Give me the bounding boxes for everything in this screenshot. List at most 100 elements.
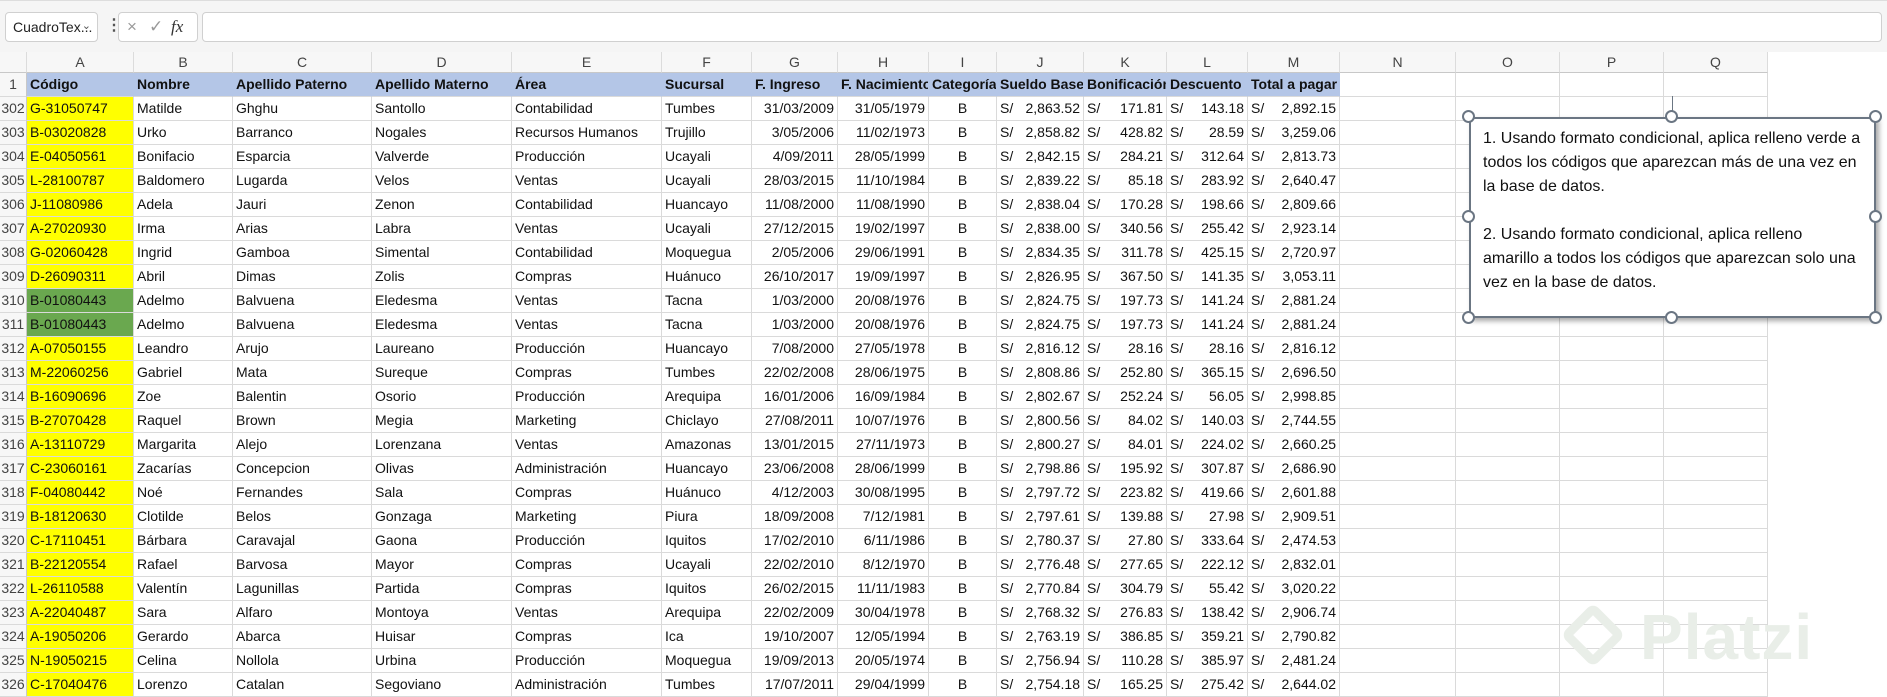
cell-c[interactable]: Lugarda [233, 169, 372, 193]
cell-e[interactable]: Contabilidad [512, 241, 662, 265]
cell-d[interactable]: Montoya [372, 601, 512, 625]
cell-c[interactable]: Catalan [233, 673, 372, 697]
cell-c[interactable]: Fernandes [233, 481, 372, 505]
cell-j[interactable]: S/2,770.84 [997, 577, 1084, 601]
cell-l[interactable]: S/224.02 [1167, 433, 1248, 457]
cell-g[interactable]: 27/08/2011 [752, 409, 838, 433]
cell-h[interactable]: 30/04/1978 [838, 601, 929, 625]
cell-g[interactable]: 7/08/2000 [752, 337, 838, 361]
cell-h[interactable]: 27/05/1978 [838, 337, 929, 361]
cell-g[interactable]: 19/09/2013 [752, 649, 838, 673]
cell-j[interactable]: S/2,756.94 [997, 649, 1084, 673]
cell-q[interactable] [1664, 433, 1768, 457]
cell-h[interactable]: 12/05/1994 [838, 625, 929, 649]
cell-e[interactable]: Ventas [512, 313, 662, 337]
cell-c[interactable]: Jauri [233, 193, 372, 217]
cell-a[interactable]: B-01080443 [27, 313, 134, 337]
cell-n[interactable] [1340, 385, 1456, 409]
cell-d[interactable]: Sureque [372, 361, 512, 385]
row-number[interactable]: 308 [0, 241, 27, 265]
header-sucursal[interactable]: Sucursal [662, 73, 752, 97]
cell-g[interactable]: 17/02/2010 [752, 529, 838, 553]
cell-n[interactable] [1340, 97, 1456, 121]
cell-l[interactable]: S/222.12 [1167, 553, 1248, 577]
cell-i[interactable]: B [929, 457, 997, 481]
cell-l[interactable]: S/141.24 [1167, 313, 1248, 337]
cell-q[interactable] [1664, 409, 1768, 433]
cell-m[interactable]: S/2,601.88 [1248, 481, 1340, 505]
cell-e[interactable]: Recursos Humanos [512, 121, 662, 145]
cell-f[interactable]: Ucayali [662, 217, 752, 241]
cell-f[interactable]: Arequipa [662, 385, 752, 409]
cell-i[interactable]: B [929, 121, 997, 145]
cell-b[interactable]: Lorenzo [134, 673, 233, 697]
cell-f[interactable]: Tumbes [662, 361, 752, 385]
cell-h[interactable]: 11/11/1983 [838, 577, 929, 601]
cell-k[interactable]: S/85.18 [1084, 169, 1167, 193]
cell-j[interactable]: S/2,824.75 [997, 289, 1084, 313]
cell-k[interactable]: S/195.92 [1084, 457, 1167, 481]
cell-j[interactable]: S/2,834.35 [997, 241, 1084, 265]
cell-n[interactable] [1340, 241, 1456, 265]
cell-a[interactable]: D-26090311 [27, 265, 134, 289]
instructions-textbox[interactable]: 1. Usando formato condicional, aplica re… [1469, 117, 1876, 318]
resize-handle[interactable] [1462, 110, 1475, 123]
row-number[interactable]: 304 [0, 145, 27, 169]
row-number[interactable]: 307 [0, 217, 27, 241]
cell-f[interactable]: Chiclayo [662, 409, 752, 433]
row-number[interactable]: 323 [0, 601, 27, 625]
cell-d[interactable]: Valverde [372, 145, 512, 169]
column-header-k[interactable]: K [1084, 52, 1167, 73]
cell-i[interactable]: B [929, 649, 997, 673]
cell-i[interactable]: B [929, 217, 997, 241]
column-header-i[interactable]: I [929, 52, 997, 73]
cell-c[interactable]: Alejo [233, 433, 372, 457]
cell-k[interactable]: S/367.50 [1084, 265, 1167, 289]
cell-m[interactable]: S/2,809.66 [1248, 193, 1340, 217]
cell-o[interactable] [1456, 409, 1560, 433]
cell-b[interactable]: Clotilde [134, 505, 233, 529]
column-header-a[interactable]: A [27, 52, 134, 73]
cell-f[interactable]: Huánuco [662, 265, 752, 289]
cell-b[interactable]: Urko [134, 121, 233, 145]
cell-l[interactable]: S/28.16 [1167, 337, 1248, 361]
cell-c[interactable]: Balvuena [233, 289, 372, 313]
cell-o[interactable] [1456, 505, 1560, 529]
header-empty[interactable] [1664, 73, 1768, 97]
cell-k[interactable]: S/165.25 [1084, 673, 1167, 697]
cell-e[interactable]: Producción [512, 529, 662, 553]
cell-i[interactable]: B [929, 337, 997, 361]
cell-n[interactable] [1340, 505, 1456, 529]
cell-j[interactable]: S/2,842.15 [997, 145, 1084, 169]
cell-k[interactable]: S/170.28 [1084, 193, 1167, 217]
cell-f[interactable]: Ucayali [662, 169, 752, 193]
name-box[interactable]: CuadroTex... ⌄ [5, 12, 98, 42]
cell-c[interactable]: Dimas [233, 265, 372, 289]
cell-i[interactable]: B [929, 169, 997, 193]
cell-f[interactable]: Huancayo [662, 337, 752, 361]
cell-h[interactable]: 7/12/1981 [838, 505, 929, 529]
cell-c[interactable]: Belos [233, 505, 372, 529]
cell-j[interactable]: S/2,797.72 [997, 481, 1084, 505]
cell-m[interactable]: S/2,720.97 [1248, 241, 1340, 265]
cell-l[interactable]: S/27.98 [1167, 505, 1248, 529]
cell-d[interactable]: Lorenzana [372, 433, 512, 457]
cell-k[interactable]: S/27.80 [1084, 529, 1167, 553]
cell-j[interactable]: S/2,763.19 [997, 625, 1084, 649]
cell-i[interactable]: B [929, 361, 997, 385]
chevron-down-icon[interactable]: ⌄ [82, 19, 91, 32]
cell-q[interactable] [1664, 673, 1768, 697]
cell-n[interactable] [1340, 673, 1456, 697]
row-number[interactable]: 317 [0, 457, 27, 481]
cell-d[interactable]: Mayor [372, 553, 512, 577]
cell-g[interactable]: 3/05/2006 [752, 121, 838, 145]
cell-f[interactable]: Tumbes [662, 97, 752, 121]
cell-n[interactable] [1340, 361, 1456, 385]
row-number[interactable]: 319 [0, 505, 27, 529]
cell-e[interactable]: Producción [512, 385, 662, 409]
cell-k[interactable]: S/84.01 [1084, 433, 1167, 457]
cell-i[interactable]: B [929, 145, 997, 169]
cell-j[interactable]: S/2,776.48 [997, 553, 1084, 577]
cell-e[interactable]: Ventas [512, 289, 662, 313]
cell-e[interactable]: Marketing [512, 409, 662, 433]
